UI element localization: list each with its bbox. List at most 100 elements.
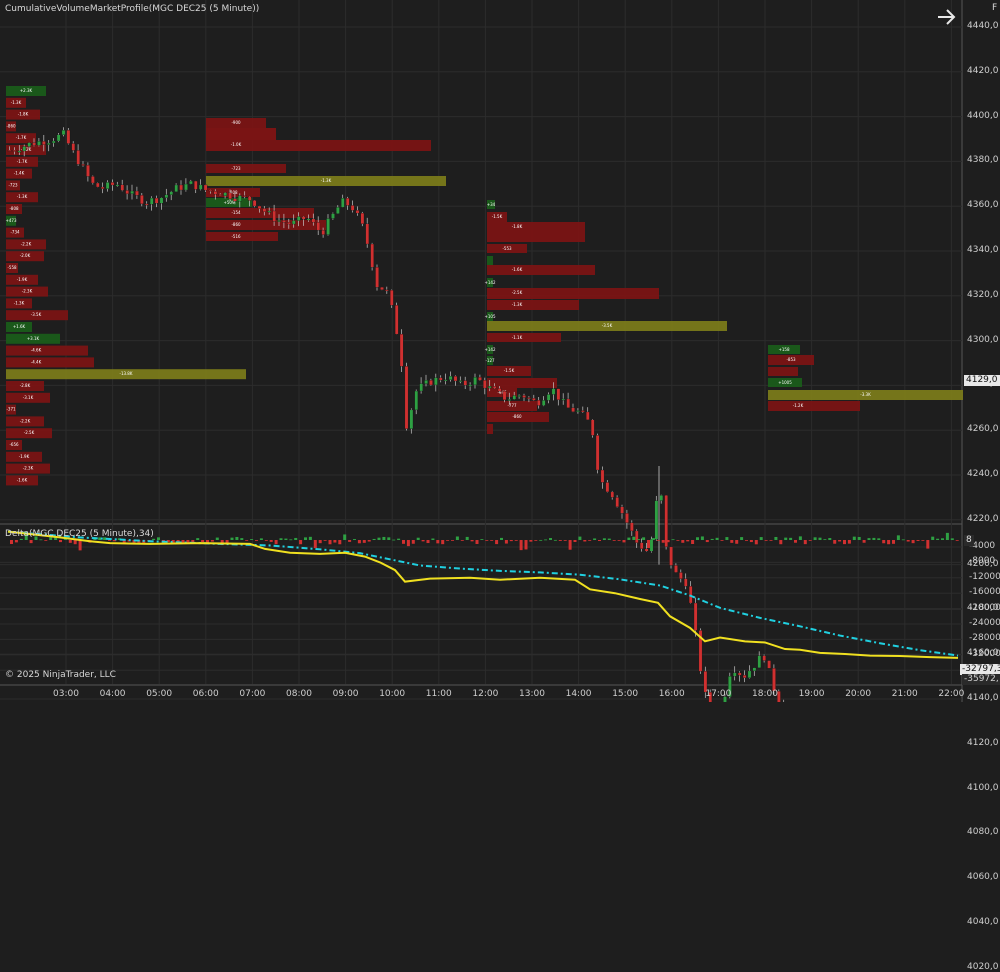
delta-bar [789, 537, 793, 540]
candle [91, 176, 95, 184]
candle [17, 150, 22, 153]
candle [149, 197, 154, 205]
delta-bar [583, 540, 587, 542]
candle [100, 186, 105, 189]
delta-bar [500, 537, 503, 540]
candle [737, 672, 742, 676]
delta-bar [784, 537, 788, 540]
time-tick-label: 21:00 [891, 689, 918, 699]
delta-bar [29, 540, 33, 544]
delta-bar [749, 540, 753, 543]
overnight-profile-label: -860 [6, 123, 16, 128]
delta-bar [936, 538, 940, 540]
delta-panel-title: Delta(MGC DEC25 (5 Minute),34) [5, 529, 154, 539]
candle [331, 213, 335, 219]
price-tick-label: 4020,0 [967, 961, 999, 972]
delta-bar [906, 540, 910, 542]
delta-bar [838, 540, 842, 542]
candle [581, 410, 585, 413]
delta-bar [328, 540, 332, 545]
candle [639, 542, 644, 549]
candle [649, 539, 654, 552]
overnight-profile-label: -2.0K [20, 253, 31, 258]
midday-profile-label: -1.6K [512, 267, 523, 272]
arrow-right-icon[interactable] [936, 7, 958, 27]
candle [355, 210, 360, 214]
candle [733, 672, 737, 677]
candle [752, 667, 757, 672]
delta-bar [338, 540, 342, 545]
midday-profile-label: -3.5K [602, 323, 613, 328]
candle [345, 197, 350, 206]
candle [47, 142, 51, 145]
delta-bar [304, 537, 307, 540]
delta-bar [269, 540, 273, 542]
midday-profile-bar [487, 232, 585, 242]
candle [571, 407, 575, 412]
delta-bar [681, 540, 685, 543]
delta-bar [68, 540, 72, 543]
delta-bar [387, 537, 391, 540]
candle [228, 192, 232, 199]
delta-bar [343, 534, 347, 540]
candle [458, 380, 463, 382]
candle [179, 184, 183, 191]
delta-bar [196, 538, 200, 540]
candle [439, 377, 443, 381]
candle [145, 203, 149, 206]
delta-bar [627, 537, 631, 540]
candle [595, 435, 600, 471]
chart-canvas[interactable]: +2.3K -1.3K -1.8K -860 -1.7K -2.2K -1.7K -1.4K -… [0, 0, 1000, 702]
overnight-profile-label: -1.8K [18, 112, 29, 117]
delta-bar [73, 540, 77, 545]
delta-bar [686, 540, 690, 542]
delta-bar [730, 540, 734, 543]
delta-bar [862, 540, 866, 543]
price-tick-label: 4120,0 [967, 737, 999, 748]
candle [507, 399, 512, 401]
morning-profile-label: -1.3K [321, 178, 332, 183]
delta-bar [578, 536, 582, 540]
delta-bar [828, 538, 832, 540]
delta-bar [916, 540, 920, 541]
time-tick-label: 08:00 [286, 689, 312, 699]
delta-bar [808, 540, 812, 541]
time-tick-label: 05:00 [146, 689, 173, 699]
candle [414, 390, 419, 411]
evening-profile-bar [768, 401, 860, 411]
candle [429, 380, 433, 386]
candle [434, 377, 438, 386]
delta-bar [617, 540, 621, 541]
midday-profile-bar [487, 333, 561, 342]
candle [566, 398, 570, 408]
delta-bar [470, 540, 474, 542]
delta-bar [901, 539, 905, 541]
delta-top-label: 8 [964, 535, 974, 546]
delta-bar [201, 540, 205, 543]
candle [399, 333, 404, 367]
delta-bar [833, 540, 837, 544]
price-tick-label: 4260,0 [967, 424, 999, 435]
delta-bar [632, 536, 636, 540]
delta-bar [495, 540, 499, 545]
candle [51, 140, 56, 144]
overnight-profile-label: -1.3K [11, 100, 22, 105]
time-tick-label: 18:00 [752, 689, 778, 699]
midday-profile-bar [487, 300, 579, 310]
overnight-profile-label: -1.7K [16, 135, 27, 140]
delta-bar [896, 535, 900, 540]
delta-bar [945, 532, 949, 540]
candle [243, 195, 247, 197]
candle [296, 216, 301, 221]
candle [326, 218, 330, 235]
time-tick-label: 07:00 [239, 689, 266, 699]
current-price-label: 4129,0 [964, 375, 1000, 386]
delta-bar [392, 539, 396, 541]
delta-bar [397, 538, 401, 540]
delta-bar [411, 540, 415, 544]
morning-profile-label: -723 [231, 166, 241, 171]
overnight-profile-label: -2.3K [22, 289, 33, 294]
overnight-profile-label: -2.8K [20, 383, 31, 388]
delta-bar [696, 537, 699, 540]
midday-profile-bar [487, 424, 493, 434]
